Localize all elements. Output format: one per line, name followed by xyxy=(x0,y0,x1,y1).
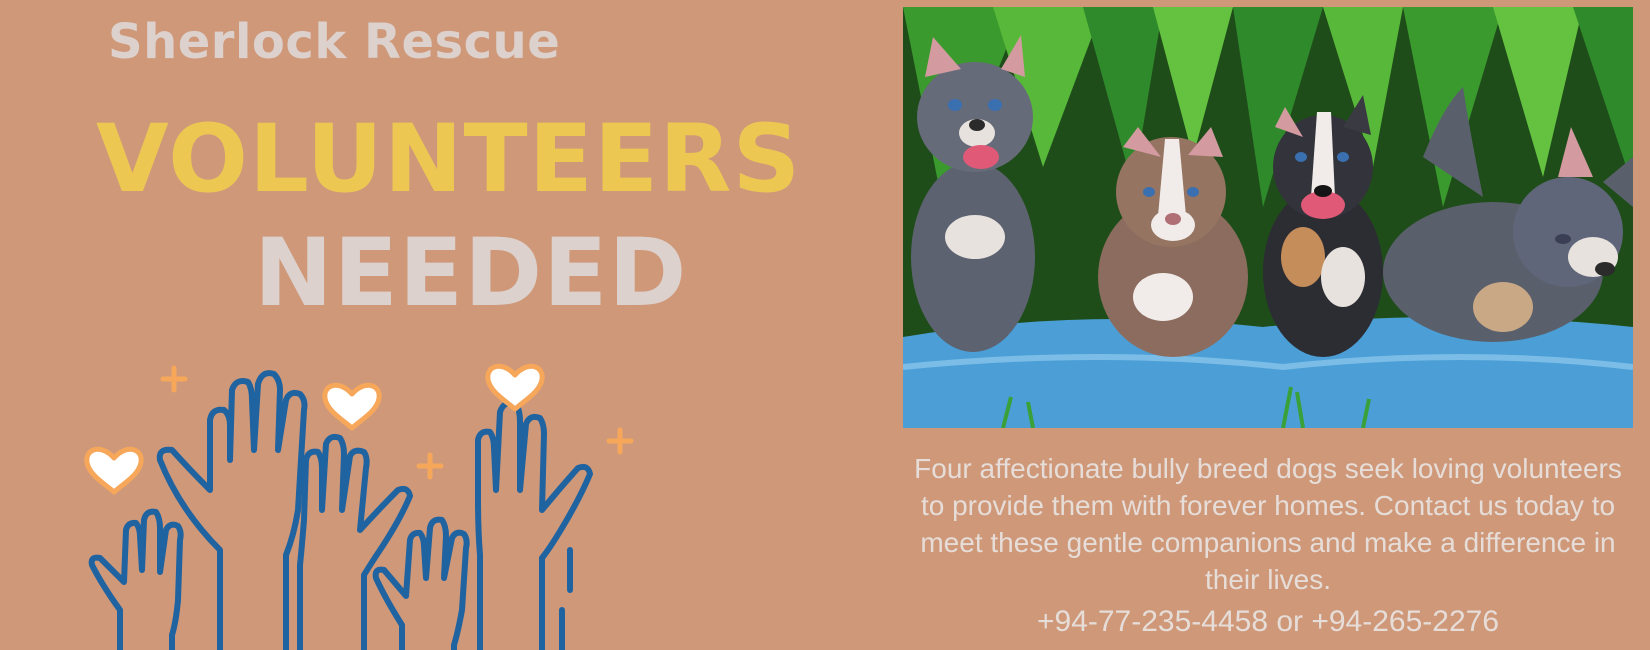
raised-hands-with-hearts-icon xyxy=(84,363,634,650)
heart-2 xyxy=(322,382,382,431)
headline-needed: NEEDED xyxy=(254,219,688,328)
org-name: Sherlock Rescue xyxy=(108,14,561,70)
sparkle-3 xyxy=(606,427,634,455)
heart-3 xyxy=(485,363,545,412)
hand-2 xyxy=(88,508,184,650)
description-text: Four affectionate bully breed dogs seek … xyxy=(914,453,1622,595)
headline-volunteers: VOLUNTEERS xyxy=(96,105,802,214)
sparkle-2 xyxy=(416,452,444,480)
heart-1 xyxy=(84,446,144,495)
puppies-photo xyxy=(903,7,1633,428)
hand-1 xyxy=(156,370,308,650)
phone-numbers: +94-77-235-4458 or +94-265-2276 xyxy=(1036,605,1500,638)
hand-3 xyxy=(297,433,413,650)
hand-5 xyxy=(475,400,593,650)
sparkle-1 xyxy=(160,365,188,393)
